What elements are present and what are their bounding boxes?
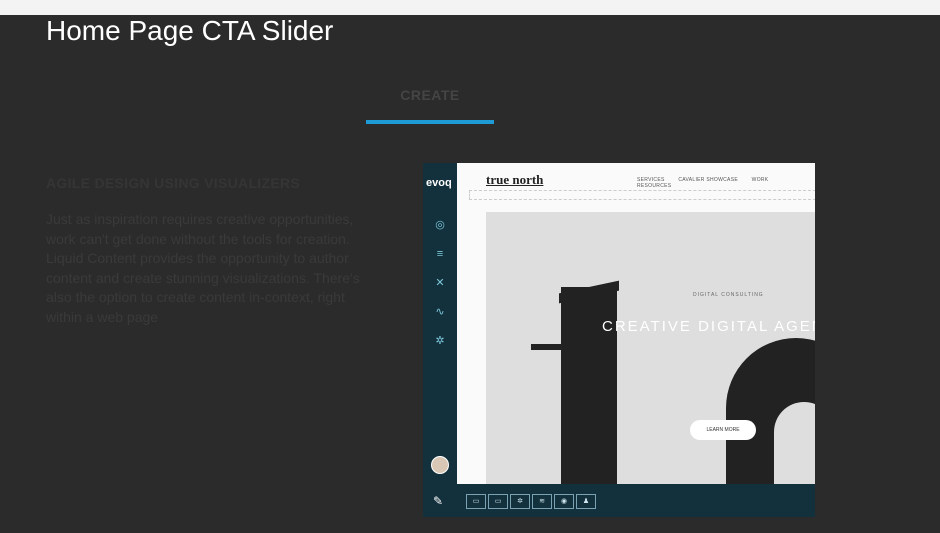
site-preview: true north SERVICES CAVALIER SHOWCASE WO… (457, 163, 815, 484)
learn-more-button: LEARN MORE (690, 420, 756, 440)
pencil-icon: ✎ (433, 494, 444, 508)
hero-graphic (531, 344, 561, 350)
product-screenshot: evoq ◎ ≡ ✕ ∿ ✲ ✎ true north SERVICES CAV… (423, 163, 815, 517)
nav-item: CAVALIER SHOWCASE (678, 177, 738, 183)
tools-icon: ✕ (435, 277, 445, 289)
section-heading: AGILE DESIGN USING VISUALIZERS (46, 175, 301, 191)
dashboard-icon: ◎ (435, 219, 445, 231)
analytics-icon: ∿ (435, 306, 445, 318)
settings-icon: ✲ (435, 335, 445, 347)
pages-icon: ≡ (436, 248, 444, 260)
nav-item: WORK (751, 177, 769, 183)
hero-headline: CREATIVE DIGITAL AGEN (602, 318, 815, 335)
section-body: Just as inspiration requires creative op… (46, 211, 360, 325)
gear-icon: ✲ (510, 494, 530, 509)
app-logo: evoq (426, 177, 452, 189)
layers-icon: ≋ (532, 494, 552, 509)
pane-outline (469, 190, 815, 200)
module-icon: ▭ (466, 494, 486, 509)
nav-item: RESOURCES (637, 183, 672, 189)
avatar (431, 456, 449, 474)
active-tab-indicator (366, 120, 494, 124)
hero-graphic (561, 287, 617, 484)
tab-create[interactable]: CREATE (366, 87, 494, 103)
hero-kicker: DIGITAL CONSULTING (693, 292, 764, 298)
site-brand: true north (486, 172, 544, 187)
user-icon: ♟ (576, 494, 596, 509)
editor-toolbar: ▭ ▭ ✲ ≋ ◉ ♟ (457, 484, 815, 517)
hero-banner: DIGITAL CONSULTING CREATIVE DIGITAL AGEN… (486, 212, 815, 484)
cta-slider: Home Page CTA Slider CREATE AGILE DESIGN… (0, 15, 940, 533)
modules-icon: ▭ (488, 494, 508, 509)
page-title: Home Page CTA Slider (46, 15, 334, 46)
site-nav: SERVICES CAVALIER SHOWCASE WORK RESOURCE… (637, 177, 815, 189)
app-sidebar: evoq ◎ ≡ ✕ ∿ ✲ ✎ (423, 163, 457, 517)
hero-graphic (774, 402, 815, 484)
eye-icon: ◉ (554, 494, 574, 509)
